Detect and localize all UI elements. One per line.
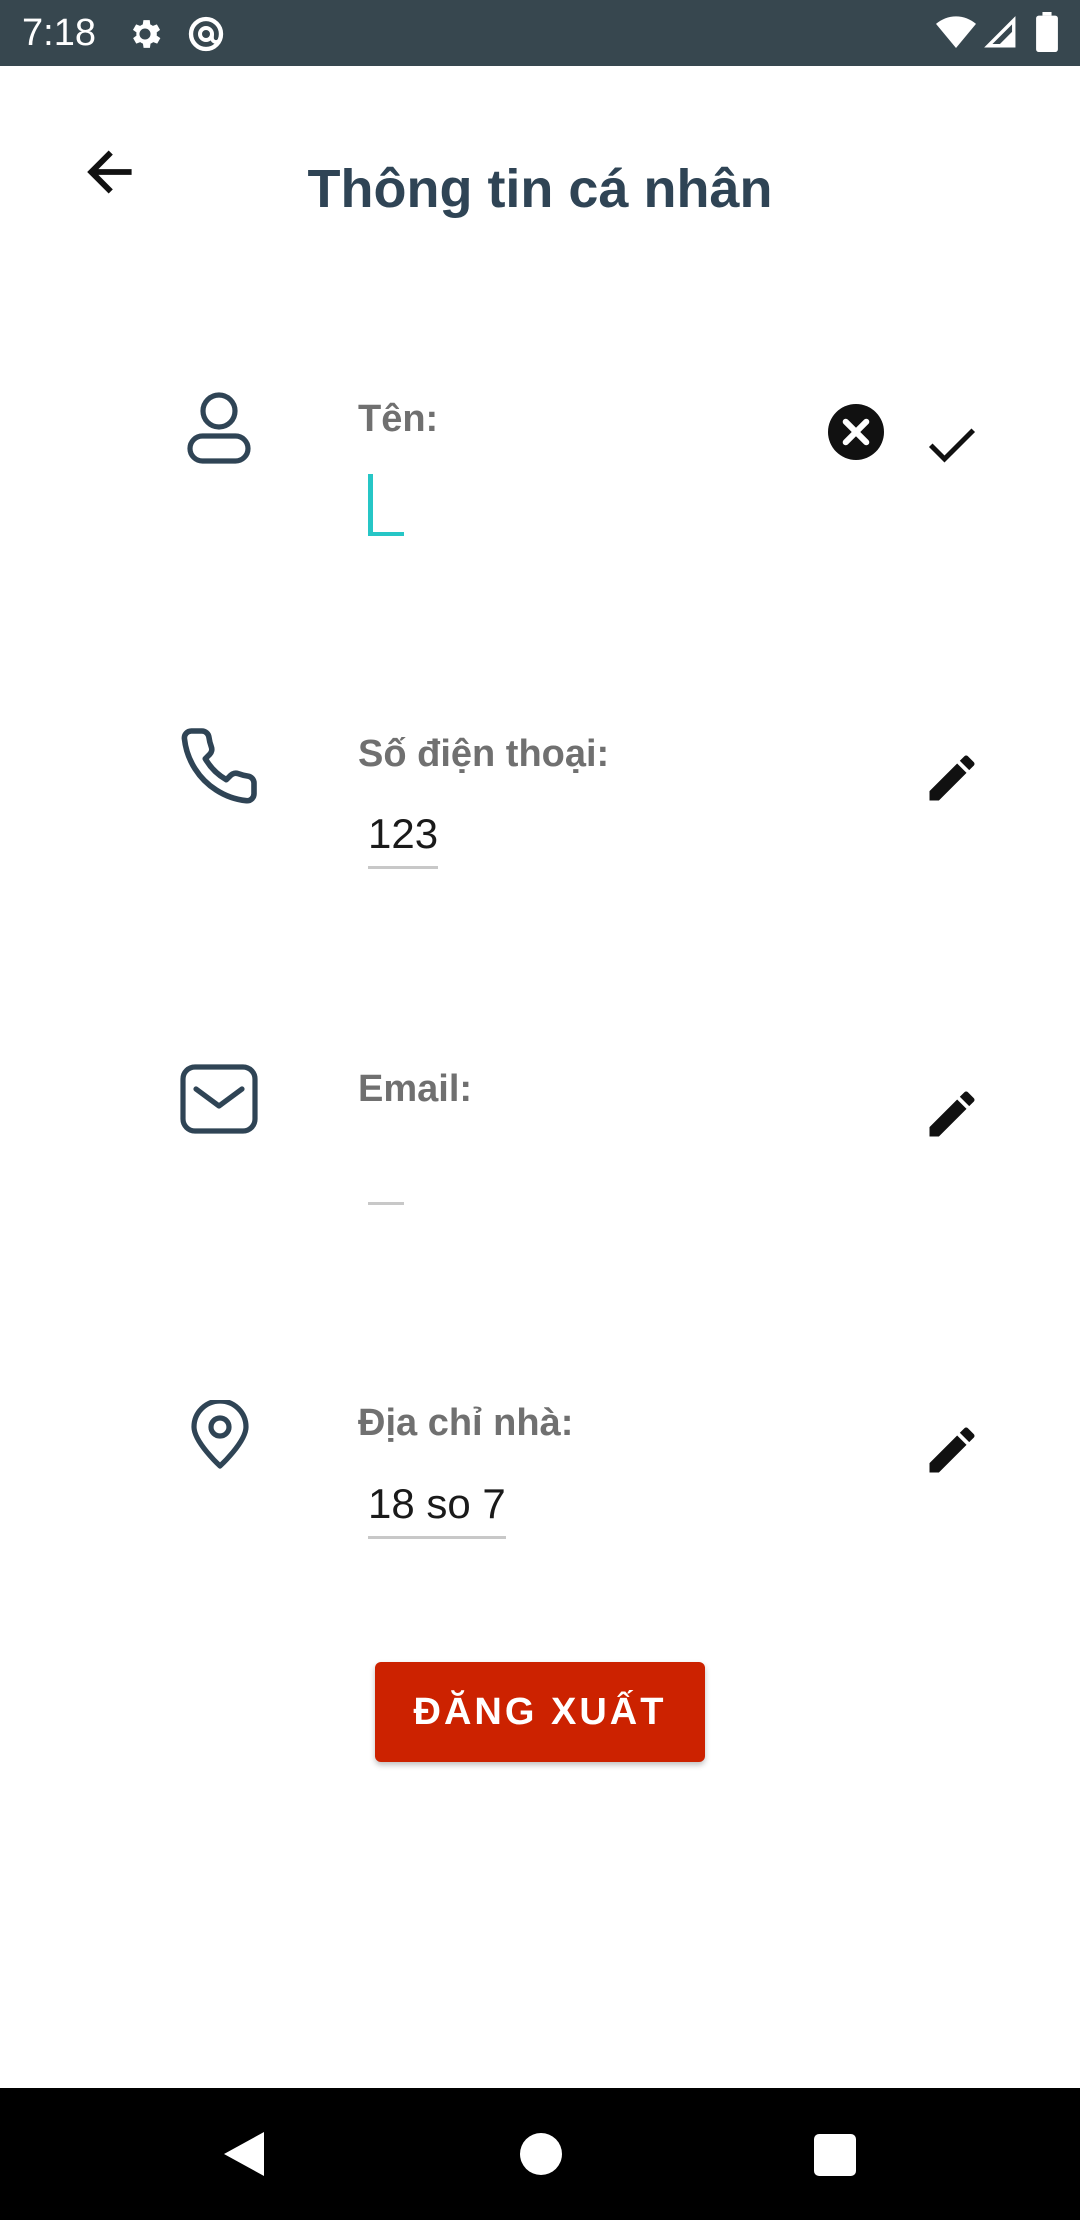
battery-icon <box>1036 12 1058 52</box>
address-value[interactable]: 18 so 7 <box>368 1480 506 1539</box>
page-title: Thông tin cá nhân <box>307 159 773 219</box>
status-time: 7:18 <box>22 12 96 54</box>
location-pin-icon <box>191 1400 249 1469</box>
name-label: Tên: <box>358 398 439 440</box>
nav-back-icon[interactable] <box>222 2130 266 2178</box>
gear-icon <box>132 20 161 48</box>
pencil-icon[interactable] <box>922 1084 982 1144</box>
mail-icon <box>180 1064 258 1134</box>
person-icon <box>187 392 251 464</box>
phone-icon <box>181 728 257 804</box>
nav-recents-icon[interactable] <box>814 2134 856 2176</box>
check-icon[interactable] <box>922 414 982 474</box>
email-label: Email: <box>358 1068 473 1110</box>
status-bar: 7:18 <box>0 0 1080 66</box>
phone-value[interactable]: 123 <box>368 810 439 869</box>
pencil-icon[interactable] <box>922 1420 982 1480</box>
nav-home-icon[interactable] <box>520 2133 562 2175</box>
phone-label: Số điện thoại: <box>358 733 610 775</box>
at-circle-icon <box>188 16 224 52</box>
address-label: Địa chỉ nhà: <box>358 1402 574 1444</box>
logout-button[interactable]: ĐĂNG XUẤT <box>375 1662 705 1762</box>
signal-icon <box>984 16 1016 48</box>
name-input[interactable] <box>368 532 404 536</box>
pencil-icon[interactable] <box>922 748 982 808</box>
wifi-icon <box>936 16 976 48</box>
clear-icon[interactable] <box>828 404 884 460</box>
email-value[interactable] <box>368 1202 404 1205</box>
name-input-cursor[interactable] <box>368 474 373 532</box>
